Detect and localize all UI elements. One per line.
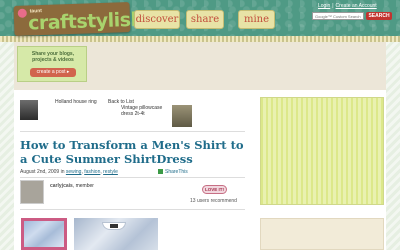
next-post-thumbnail[interactable] — [172, 105, 192, 127]
tab-mine[interactable]: mine — [238, 10, 275, 29]
divider — [20, 209, 245, 210]
author-name[interactable]: carlyjcais — [50, 183, 73, 189]
avatar[interactable] — [20, 180, 44, 204]
category-link-sewing[interactable]: sewing — [66, 169, 82, 175]
post-photo-main[interactable] — [74, 218, 158, 250]
divider — [20, 177, 245, 178]
prev-post-thumbnail[interactable] — [20, 100, 38, 120]
sidebar-ad[interactable] — [260, 97, 384, 205]
share-this-label: ShareThis — [165, 169, 188, 175]
create-account-link[interactable]: Create an Account — [336, 3, 377, 9]
share-icon — [158, 169, 163, 174]
share-this-button[interactable]: ShareThis — [158, 169, 188, 175]
post-date: August 2nd, 2009 in — [20, 169, 65, 175]
love-it-button[interactable]: LOVE IT! — [202, 185, 227, 194]
post-photo-thumbnail[interactable] — [21, 218, 67, 250]
site-header: taunt craftstylish discover share mine L… — [0, 0, 400, 42]
share-promo-text: Share your blogs, projects & videos — [31, 51, 75, 63]
next-post-link[interactable]: Vintage pillowcase dress 2t-4t — [121, 105, 169, 117]
recommend-count: 13 users recommend — [190, 198, 237, 204]
post-title: How to Transform a Men's Shirt to a Cute… — [20, 138, 244, 166]
link-separator: | — [332, 3, 334, 9]
share-promo-box: Share your blogs, projects & videos crea… — [17, 46, 87, 82]
flower-icon — [17, 8, 27, 18]
tab-share[interactable]: share — [186, 10, 224, 29]
tab-discover[interactable]: discover — [134, 10, 180, 29]
divider — [20, 131, 245, 132]
prev-post-link[interactable]: Holland house ring — [55, 99, 105, 106]
author-role: , member — [72, 183, 94, 189]
post-meta: August 2nd, 2009 in sewing, fashion, res… — [20, 169, 118, 175]
sidebar-box — [260, 218, 384, 250]
search-input[interactable] — [312, 12, 364, 20]
category-link-restyle[interactable]: restyle — [103, 169, 118, 175]
logo-text: craftstylish — [27, 8, 144, 35]
site-logo[interactable]: taunt craftstylish — [13, 1, 144, 37]
author-line: carlyjcais, member — [50, 183, 94, 189]
login-link[interactable]: Login — [318, 3, 330, 9]
shirt-tag — [110, 224, 118, 228]
search-button[interactable]: SEARCH — [366, 12, 392, 20]
category-link-fashion[interactable]: fashion — [84, 169, 100, 175]
create-post-button[interactable]: create a post ▸ — [30, 68, 76, 77]
account-links: Login | Create an Account — [318, 3, 377, 9]
